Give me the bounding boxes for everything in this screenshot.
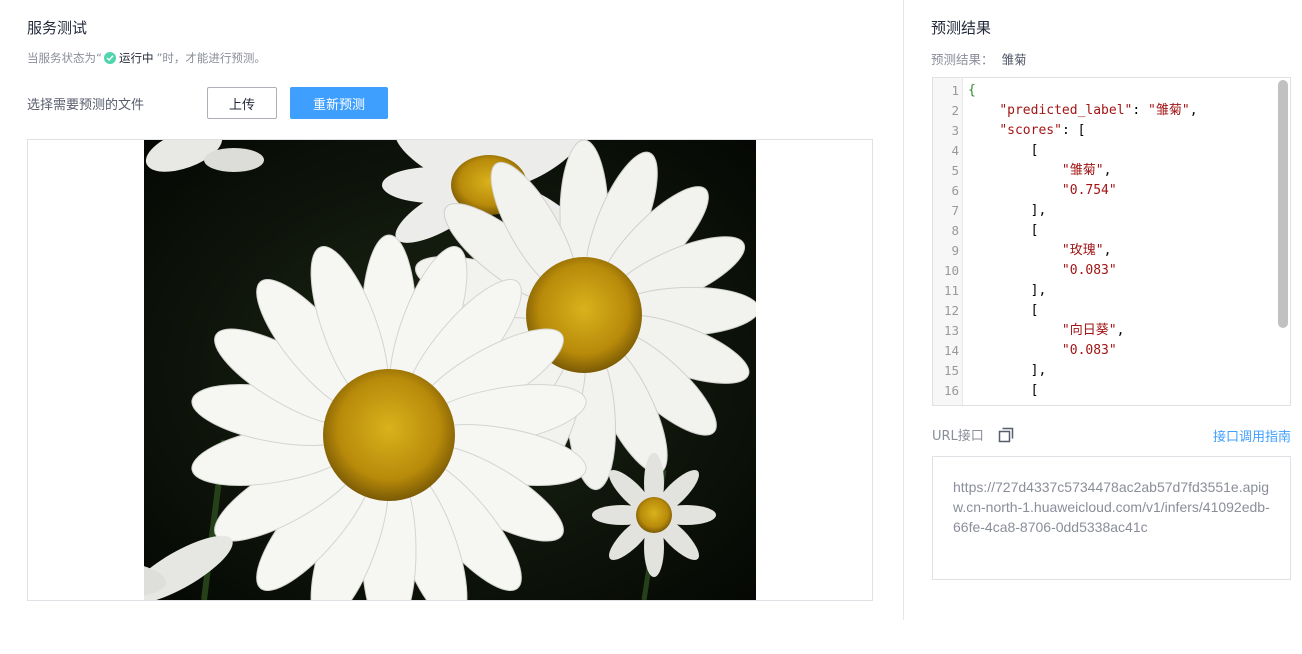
result-json-viewer[interactable]: 1{2 "predicted_label": "雏菊", 3 "scores": … (932, 77, 1291, 406)
code-line: 4 [ (933, 141, 1290, 161)
code-text: [ (968, 143, 1039, 158)
repredict-button[interactable]: 重新预测 (290, 87, 388, 119)
check-circle-icon (103, 52, 116, 64)
code-text: ], (968, 203, 1047, 218)
url-display[interactable]: https://727d4337c5734478ac2ab57d7fd3551e… (932, 456, 1291, 580)
code-text: { (968, 83, 976, 98)
line-number: 10 (943, 263, 959, 278)
code-line: 14 "0.083" (933, 341, 1290, 361)
status-running: 运行中 (118, 51, 154, 65)
status-hint: 当服务状态为“ 运行中 ”时，才能进行预测。 (27, 50, 266, 66)
code-line: 6 "0.754" (933, 181, 1290, 201)
upload-button[interactable]: 上传 (207, 87, 277, 119)
image-preview-frame (27, 139, 873, 601)
code-line: 2 "predicted_label": "雏菊", (933, 101, 1290, 121)
code-line: 15 ], (933, 361, 1290, 381)
daisy-photo (144, 140, 756, 600)
prediction-result-title: 预测结果 (931, 19, 992, 37)
code-line: 1{ (933, 81, 1290, 101)
line-number: 4 (951, 143, 959, 158)
url-label-text: URL接口 (932, 429, 984, 444)
code-text: [ (968, 303, 1039, 318)
code-text: "0.083" (1061, 263, 1117, 278)
code-line: 12 [ (933, 301, 1290, 321)
line-number: 14 (943, 343, 959, 358)
url-interface-label: URL接口 (932, 425, 1014, 444)
code-line: 11 ], (933, 281, 1290, 301)
code-line: 8 [ (933, 221, 1290, 241)
line-number: 6 (951, 183, 959, 198)
code-text: "雏菊", (1061, 163, 1112, 178)
status-hint-suffix: ”时，才能进行预测。 (156, 51, 266, 65)
code-scrollbar[interactable] (1278, 80, 1288, 328)
line-number: 15 (943, 363, 959, 378)
code-line: 16 [ (933, 381, 1290, 401)
code-text: "scores": [ (999, 123, 1086, 138)
code-text: [ (968, 383, 1039, 398)
prediction-result-panel: 预测结果 预测结果： 雏菊 1{2 "predicted_label": "雏菊… (904, 0, 1302, 654)
code-line: 9 "玫瑰", (933, 241, 1290, 261)
line-number: 7 (951, 203, 959, 218)
prediction-summary-label: 预测结果： (931, 52, 994, 67)
line-number: 13 (943, 323, 959, 338)
prediction-summary-value: 雏菊 (1001, 52, 1027, 67)
service-test-panel: 服务测试 当服务状态为“ 运行中 ”时，才能进行预测。 选择需要预测的文件 上传… (0, 0, 903, 620)
line-number: 12 (943, 303, 959, 318)
code-line: 13 "向日葵", (933, 321, 1290, 341)
code-text: "0.083" (1061, 343, 1117, 358)
code-text: ], (968, 363, 1047, 378)
line-number: 16 (943, 383, 959, 398)
prediction-summary: 预测结果： 雏菊 (931, 49, 1027, 68)
code-text: "0.754" (1061, 183, 1117, 198)
api-guide-link[interactable]: 接口调用指南 (1213, 426, 1291, 445)
code-text: "玫瑰", (1061, 243, 1112, 258)
code-text: "predicted_label": "雏菊", (999, 103, 1198, 118)
line-number: 5 (951, 163, 959, 178)
select-file-label: 选择需要预测的文件 (27, 98, 145, 113)
line-number: 8 (951, 223, 959, 238)
code-line: 5 "雏菊", (933, 161, 1290, 181)
line-number: 9 (951, 243, 959, 258)
json-code-lines: 1{2 "predicted_label": "雏菊", 3 "scores": … (933, 81, 1290, 401)
copy-icon[interactable] (998, 427, 1014, 443)
line-number: 1 (951, 83, 959, 98)
code-line: 10 "0.083" (933, 261, 1290, 281)
line-number: 11 (943, 283, 959, 298)
service-test-title: 服务测试 (27, 19, 88, 37)
line-number: 2 (951, 103, 959, 118)
status-hint-prefix: 当服务状态为“ (27, 51, 102, 65)
code-line: 7 ], (933, 201, 1290, 221)
line-number: 3 (951, 123, 959, 138)
code-text: [ (968, 223, 1039, 238)
code-text: "向日葵", (1061, 323, 1125, 338)
code-line: 3 "scores": [ (933, 121, 1290, 141)
code-text: ], (968, 283, 1047, 298)
